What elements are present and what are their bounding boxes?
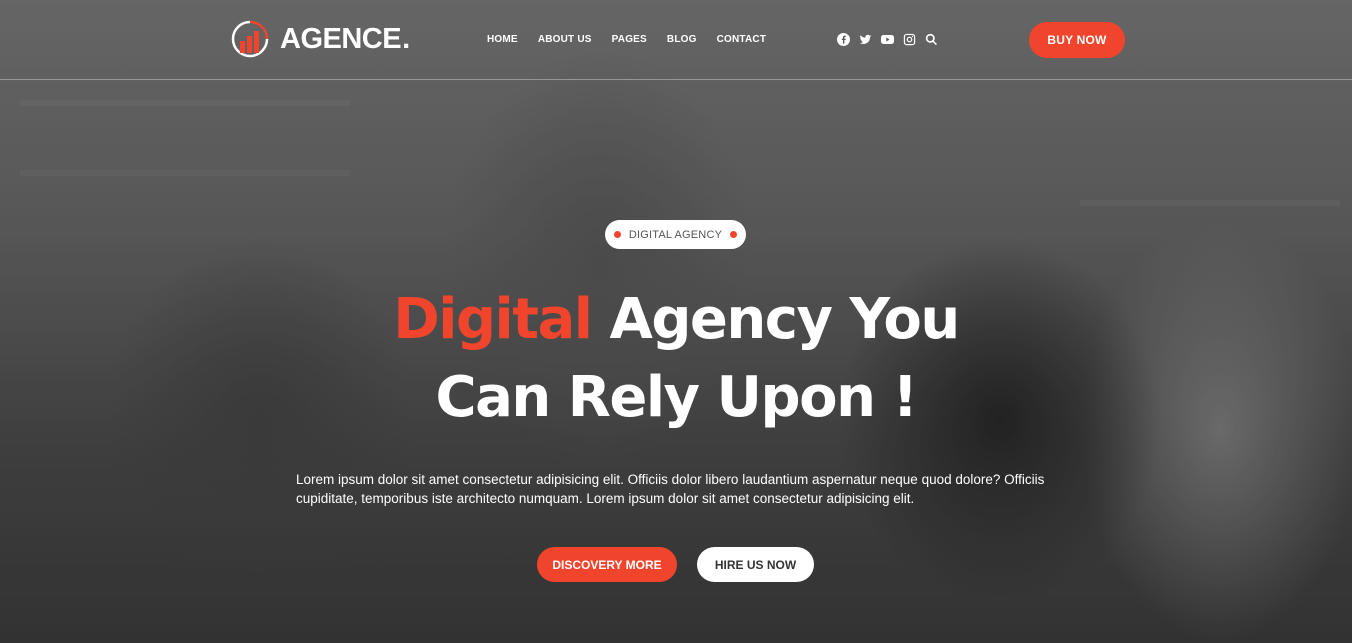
- logo-dot: .: [402, 22, 411, 55]
- discovery-more-button[interactable]: DISCOVERY MORE: [537, 547, 677, 582]
- hero-badge: DIGITAL AGENCY: [605, 220, 746, 249]
- nav-about-us[interactable]: ABOUT US: [538, 34, 592, 45]
- logo[interactable]: AGENCE .: [230, 18, 410, 60]
- nav-home[interactable]: HOME: [487, 34, 518, 45]
- badge-dot-left: [613, 231, 621, 238]
- site-header: AGENCE . HOME ABOUT US PAGES BLOG CONTAC…: [0, 0, 1352, 80]
- social-links: [837, 33, 938, 46]
- facebook-icon[interactable]: [837, 33, 850, 46]
- hero-description: Lorem ipsum dolor sit amet consectetur a…: [296, 472, 1045, 506]
- logo-text: AGENCE: [280, 22, 402, 55]
- search-icon[interactable]: [925, 33, 938, 46]
- headline-line1-rest: Agency You: [591, 287, 960, 352]
- nav-pages[interactable]: PAGES: [612, 34, 647, 45]
- nav-blog[interactable]: BLOG: [667, 34, 697, 45]
- badge-label: DIGITAL AGENCY: [628, 228, 723, 241]
- badge-dot-right: [730, 231, 738, 238]
- youtube-icon[interactable]: [881, 33, 894, 46]
- headline-line2: Can Rely Upon !: [435, 365, 918, 430]
- buy-now-button[interactable]: BUY NOW: [1029, 22, 1125, 58]
- logo-icon: [231, 20, 269, 58]
- headline-accent: Digital: [393, 287, 593, 352]
- instagram-icon[interactable]: [903, 33, 916, 46]
- nav-contact[interactable]: CONTACT: [717, 34, 767, 45]
- twitter-icon[interactable]: [859, 33, 872, 46]
- hire-us-now-button[interactable]: HIRE US NOW: [697, 547, 814, 582]
- main-nav: HOME ABOUT US PAGES BLOG CONTACT: [487, 34, 766, 45]
- hero-headline: Digital Agency You Can Rely Upon !: [0, 281, 1352, 437]
